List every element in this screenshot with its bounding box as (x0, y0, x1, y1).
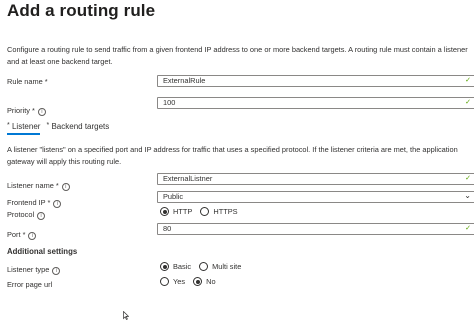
error-page-url-label-text: Error page url (7, 280, 53, 289)
protocol-option-https[interactable]: HTTPS (200, 207, 238, 216)
listener-type-option-label: Multi site (212, 262, 242, 271)
protocol-option-label: HTTP (173, 207, 193, 216)
protocol-label-text: Protocol (7, 210, 35, 219)
info-icon[interactable]: i (61, 182, 70, 191)
info-icon[interactable]: i (53, 199, 62, 208)
tab-listener[interactable]: * Listener (7, 120, 41, 135)
check-icon: ✓ (465, 99, 471, 106)
listener-name-input[interactable]: ExternalListner ✓ (157, 173, 474, 185)
page-description: Configure a routing rule to send traffic… (7, 45, 468, 66)
priority-label: Priority * i (7, 106, 46, 116)
frontend-ip-value: Public (163, 192, 184, 201)
protocol-option-label: HTTPS (213, 207, 238, 216)
rule-name-label-text: Rule name * (7, 77, 48, 86)
radio-unselected-icon[interactable] (200, 207, 210, 216)
rule-name-input[interactable]: ExternalRule ✓ (157, 75, 474, 87)
radio-selected-icon[interactable] (193, 277, 203, 286)
radio-selected-icon[interactable] (160, 262, 169, 271)
listener-name-label-text: Listener name * (7, 181, 59, 190)
info-icon[interactable]: i (52, 266, 61, 275)
tab-backend-targets[interactable]: * Backend targets (47, 120, 110, 132)
info-icon[interactable]: i (37, 107, 46, 116)
protocol-label: Protocol i (7, 210, 46, 220)
info-icon[interactable]: i (28, 231, 37, 240)
listener-name-label: Listener name * i (7, 181, 70, 191)
radio-selected-icon[interactable] (160, 207, 169, 216)
error-page-url-option-no[interactable]: No (193, 277, 216, 286)
frontend-ip-dropdown[interactable]: Public ⌄ (157, 191, 474, 203)
error-page-url-option-yes[interactable]: Yes (160, 277, 185, 286)
error-page-url-radio-group: Yes No (160, 277, 222, 288)
chevron-down-icon: ⌄ (464, 191, 471, 200)
rule-name-value: ExternalRule (163, 76, 206, 85)
listener-name-value: ExternalListner (163, 174, 213, 183)
listener-type-radio-group: Basic Multi site (160, 262, 247, 273)
error-page-url-label: Error page url (7, 280, 52, 290)
error-page-url-option-label: No (206, 277, 216, 286)
tab-backend-targets-label: Backend targets (51, 122, 110, 131)
radio-unselected-icon[interactable] (160, 277, 169, 286)
tab-bar: * Listener * Backend targets (7, 120, 113, 135)
tab-listener-label: Listener (11, 122, 41, 131)
page-title: Add a routing rule (7, 1, 156, 20)
listener-type-option-multi-site[interactable]: Multi site (199, 262, 241, 271)
port-value: 80 (163, 224, 172, 233)
check-icon: ✓ (465, 175, 471, 182)
priority-label-text: Priority * (7, 106, 35, 115)
required-mark: * (46, 122, 50, 129)
listener-type-option-basic[interactable]: Basic (160, 262, 191, 271)
port-label-text: Port * (7, 230, 26, 239)
frontend-ip-label-text: Frontend IP * (7, 198, 51, 207)
radio-unselected-icon[interactable] (199, 262, 209, 271)
priority-value: 100 (163, 98, 176, 107)
additional-settings-heading: Additional settings (7, 247, 78, 256)
listener-description: A listener "listens" on a specified port… (7, 145, 458, 166)
check-icon: ✓ (465, 225, 471, 232)
check-icon: ✓ (465, 77, 471, 84)
required-mark: * (7, 122, 10, 129)
priority-input[interactable]: 100 ✓ (157, 97, 474, 109)
listener-type-label-text: Listener type (7, 265, 50, 274)
error-page-url-option-label: Yes (173, 277, 186, 286)
listener-type-label: Listener type i (7, 265, 61, 275)
port-input[interactable]: 80 ✓ (157, 223, 474, 235)
frontend-ip-label: Frontend IP * i (7, 198, 62, 208)
info-icon[interactable]: i (37, 211, 46, 220)
protocol-option-http[interactable]: HTTP (160, 207, 192, 216)
rule-name-label: Rule name * (7, 77, 48, 87)
listener-type-option-label: Basic (173, 262, 192, 271)
port-label: Port * i (7, 230, 37, 240)
protocol-radio-group: HTTP HTTPS (160, 207, 244, 218)
